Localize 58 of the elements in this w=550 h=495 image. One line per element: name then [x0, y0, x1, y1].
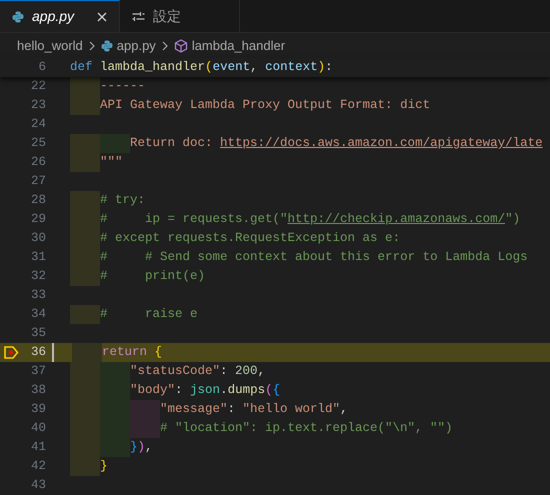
line-number: 38 [30, 382, 46, 399]
line-number: 31 [30, 249, 46, 266]
line-number: 32 [30, 268, 46, 285]
code-line: # ip = requests.get("http://checkip.amazonaws.com/") [100, 212, 520, 226]
code-line: "message": "hello world", [160, 402, 348, 416]
tab-label: app.py [32, 7, 74, 26]
close-icon[interactable] [97, 12, 107, 22]
chevron-icon [88, 40, 95, 51]
line-number: 34 [30, 306, 46, 323]
indent-guide [70, 77, 100, 96]
line-number: 36 [30, 344, 46, 361]
line-number: 39 [30, 401, 46, 418]
code-line: Return doc: https://docs.aws.amazon.com/apigateway/late [130, 136, 543, 150]
code-line: }), [130, 440, 153, 454]
line-number: 22 [30, 78, 46, 95]
code-line: def lambda_handler(event, context): [70, 60, 333, 74]
code-line: "statusCode": 200, [130, 364, 266, 378]
line-number: 26 [30, 154, 46, 171]
line-number: 27 [30, 173, 46, 190]
line-number: 6 [38, 60, 46, 74]
code-line: # print(e) [100, 269, 206, 283]
breadcrumb-item[interactable]: app.py [116, 36, 156, 56]
code-line: # "location": ip.text.replace("\n", "") [160, 421, 453, 435]
tab-label: 設定 [153, 6, 181, 26]
chevron-icon [162, 40, 168, 51]
indent-guide [100, 362, 130, 381]
code-line: } [100, 459, 108, 473]
line-number: 33 [30, 287, 46, 304]
sliders-icon [132, 10, 145, 22]
code-line: return { [102, 345, 162, 359]
python-icon [100, 40, 113, 52]
line-number: 40 [30, 420, 46, 437]
code-line: ------ [100, 79, 146, 93]
code-line: API Gateway Lambda Proxy Output Format: dict [100, 98, 430, 112]
line-number: 35 [30, 325, 46, 342]
line-number: 25 [30, 135, 46, 152]
line-number: 37 [30, 363, 46, 380]
cube-icon [174, 38, 188, 53]
line-number: 28 [30, 192, 46, 209]
code-line: "body": json.dumps({ [130, 383, 280, 397]
indent-guide [72, 343, 102, 362]
code-line: """ [100, 155, 123, 169]
breakpoint-icon[interactable] [4, 346, 19, 359]
code-line: # # Send some context about this error to Lambda Logs [100, 250, 528, 264]
line-number: 24 [30, 116, 46, 133]
line-number: 42 [30, 458, 46, 475]
line-number: 30 [30, 230, 46, 247]
line-number: 23 [30, 97, 46, 114]
code-line: # raise e [100, 307, 198, 321]
line-number: 43 [30, 477, 46, 494]
editor-tab[interactable]: app.py [0, 0, 120, 32]
line-number: 41 [30, 439, 46, 456]
breadcrumb-item[interactable]: hello_world [17, 36, 83, 56]
line-number: 29 [30, 211, 46, 228]
code-line: # try: [100, 193, 146, 207]
python-icon [12, 10, 24, 23]
code-line: # except requests.RequestException as e: [100, 231, 400, 245]
breadcrumb-item[interactable]: lambda_handler [192, 36, 286, 56]
